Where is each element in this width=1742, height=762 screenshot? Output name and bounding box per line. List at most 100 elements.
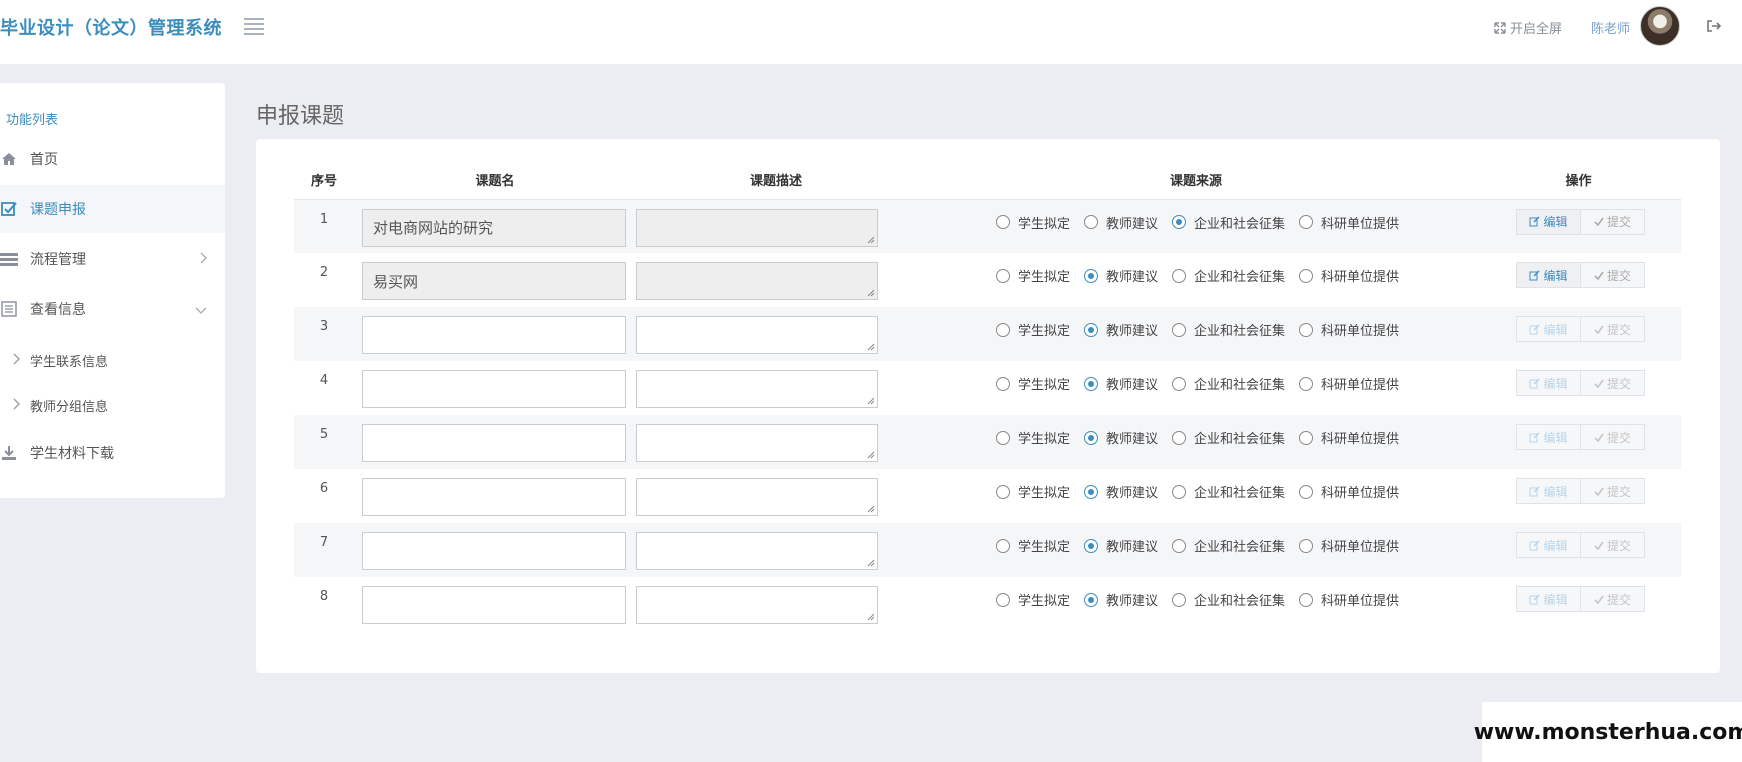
edit-button[interactable]: 编辑 bbox=[1516, 532, 1581, 558]
source-radio[interactable]: 学生拟定 bbox=[996, 374, 1070, 393]
submit-button[interactable]: 提交 bbox=[1581, 262, 1645, 288]
menu-toggle-icon[interactable] bbox=[244, 18, 264, 35]
radio-circle[interactable] bbox=[1299, 430, 1314, 445]
source-radio[interactable]: 教师建议 bbox=[1084, 374, 1158, 393]
radio-circle[interactable] bbox=[1172, 322, 1187, 337]
source-radio[interactable]: 学生拟定 bbox=[996, 482, 1070, 501]
source-radio[interactable]: 科研单位提供 bbox=[1299, 266, 1399, 285]
radio-circle[interactable] bbox=[1084, 430, 1099, 445]
radio-circle[interactable] bbox=[1172, 430, 1187, 445]
source-radio[interactable]: 教师建议 bbox=[1084, 590, 1158, 609]
sidebar-item-material-download[interactable]: 学生材料下载 bbox=[0, 429, 225, 477]
source-radio[interactable]: 教师建议 bbox=[1084, 213, 1158, 232]
resize-grip-icon[interactable] bbox=[867, 289, 875, 297]
radio-circle[interactable] bbox=[1084, 376, 1099, 391]
source-radio[interactable]: 学生拟定 bbox=[996, 213, 1070, 232]
topic-description-textarea[interactable] bbox=[636, 262, 878, 300]
source-radio[interactable]: 科研单位提供 bbox=[1299, 213, 1399, 232]
source-radio[interactable]: 学生拟定 bbox=[996, 590, 1070, 609]
sidebar-subitem-teacher-group[interactable]: 教师分组信息 bbox=[12, 396, 108, 415]
source-radio[interactable]: 科研单位提供 bbox=[1299, 320, 1399, 339]
topic-name-input[interactable] bbox=[362, 478, 626, 516]
source-radio[interactable]: 学生拟定 bbox=[996, 536, 1070, 555]
topic-name-input[interactable] bbox=[362, 532, 626, 570]
topic-description-textarea[interactable] bbox=[636, 532, 878, 570]
topic-name-input[interactable] bbox=[362, 208, 626, 247]
source-radio[interactable]: 企业和社会征集 bbox=[1172, 428, 1285, 447]
sidebar-subitem-student-contact[interactable]: 学生联系信息 bbox=[12, 351, 108, 370]
resize-grip-icon[interactable] bbox=[867, 613, 875, 621]
fullscreen-button[interactable]: 开启全屏 bbox=[1494, 18, 1562, 37]
submit-button[interactable]: 提交 bbox=[1581, 424, 1645, 450]
radio-circle[interactable] bbox=[996, 592, 1010, 607]
radio-circle[interactable] bbox=[1084, 322, 1099, 337]
radio-circle[interactable] bbox=[1172, 268, 1187, 283]
source-radio[interactable]: 学生拟定 bbox=[996, 320, 1070, 339]
submit-button[interactable]: 提交 bbox=[1581, 208, 1645, 235]
radio-circle[interactable] bbox=[1084, 268, 1099, 283]
radio-circle[interactable] bbox=[1299, 538, 1314, 553]
source-radio[interactable]: 教师建议 bbox=[1084, 428, 1158, 447]
edit-button[interactable]: 编辑 bbox=[1516, 262, 1581, 288]
radio-circle[interactable] bbox=[1299, 215, 1314, 229]
radio-circle[interactable] bbox=[1084, 538, 1099, 553]
topic-description-textarea[interactable] bbox=[636, 208, 878, 247]
radio-circle[interactable] bbox=[1299, 484, 1314, 499]
edit-button[interactable]: 编辑 bbox=[1516, 208, 1581, 235]
radio-circle[interactable] bbox=[1172, 215, 1187, 229]
radio-circle[interactable] bbox=[996, 268, 1010, 283]
avatar[interactable] bbox=[1640, 6, 1680, 46]
sidebar-item-process[interactable]: 流程管理 bbox=[0, 235, 225, 283]
source-radio[interactable]: 企业和社会征集 bbox=[1172, 482, 1285, 501]
resize-grip-icon[interactable] bbox=[867, 397, 875, 405]
source-radio[interactable]: 科研单位提供 bbox=[1299, 536, 1399, 555]
sidebar-item-view-info[interactable]: 查看信息 bbox=[0, 285, 225, 333]
topic-name-input[interactable] bbox=[362, 424, 626, 462]
topic-name-input[interactable] bbox=[362, 316, 626, 354]
radio-circle[interactable] bbox=[996, 430, 1010, 445]
sidebar-item-topic-declare[interactable]: 课题申报 bbox=[0, 185, 225, 233]
edit-button[interactable]: 编辑 bbox=[1516, 478, 1581, 504]
source-radio[interactable]: 科研单位提供 bbox=[1299, 428, 1399, 447]
resize-grip-icon[interactable] bbox=[867, 236, 875, 244]
source-radio[interactable]: 科研单位提供 bbox=[1299, 590, 1399, 609]
topic-description-textarea[interactable] bbox=[636, 478, 878, 516]
resize-grip-icon[interactable] bbox=[867, 505, 875, 513]
topic-name-input[interactable] bbox=[362, 262, 626, 300]
submit-button[interactable]: 提交 bbox=[1581, 316, 1645, 342]
source-radio[interactable]: 学生拟定 bbox=[996, 428, 1070, 447]
source-radio[interactable]: 企业和社会征集 bbox=[1172, 320, 1285, 339]
submit-button[interactable]: 提交 bbox=[1581, 478, 1645, 504]
app-brand[interactable]: 毕业设计（论文）管理系统 bbox=[0, 14, 222, 40]
source-radio[interactable]: 学生拟定 bbox=[996, 266, 1070, 285]
radio-circle[interactable] bbox=[1084, 215, 1099, 229]
radio-circle[interactable] bbox=[1172, 484, 1187, 499]
source-radio[interactable]: 企业和社会征集 bbox=[1172, 536, 1285, 555]
logout-icon[interactable] bbox=[1706, 18, 1722, 32]
submit-button[interactable]: 提交 bbox=[1581, 532, 1645, 558]
radio-circle[interactable] bbox=[996, 376, 1010, 391]
resize-grip-icon[interactable] bbox=[867, 559, 875, 567]
radio-circle[interactable] bbox=[1084, 592, 1099, 607]
sidebar-item-home[interactable]: 首页 bbox=[0, 135, 225, 183]
source-radio[interactable]: 企业和社会征集 bbox=[1172, 590, 1285, 609]
source-radio[interactable]: 教师建议 bbox=[1084, 266, 1158, 285]
resize-grip-icon[interactable] bbox=[867, 451, 875, 459]
topic-name-input[interactable] bbox=[362, 370, 626, 408]
source-radio[interactable]: 科研单位提供 bbox=[1299, 482, 1399, 501]
source-radio[interactable]: 教师建议 bbox=[1084, 482, 1158, 501]
user-name[interactable]: 陈老师 bbox=[1591, 18, 1630, 37]
radio-circle[interactable] bbox=[996, 538, 1010, 553]
radio-circle[interactable] bbox=[996, 484, 1010, 499]
source-radio[interactable]: 企业和社会征集 bbox=[1172, 266, 1285, 285]
source-radio[interactable]: 科研单位提供 bbox=[1299, 374, 1399, 393]
topic-description-textarea[interactable] bbox=[636, 424, 878, 462]
edit-button[interactable]: 编辑 bbox=[1516, 586, 1581, 612]
radio-circle[interactable] bbox=[1172, 538, 1187, 553]
source-radio[interactable]: 企业和社会征集 bbox=[1172, 213, 1285, 232]
source-radio[interactable]: 教师建议 bbox=[1084, 536, 1158, 555]
topic-description-textarea[interactable] bbox=[636, 316, 878, 354]
radio-circle[interactable] bbox=[1172, 592, 1187, 607]
radio-circle[interactable] bbox=[1299, 376, 1314, 391]
radio-circle[interactable] bbox=[996, 322, 1010, 337]
